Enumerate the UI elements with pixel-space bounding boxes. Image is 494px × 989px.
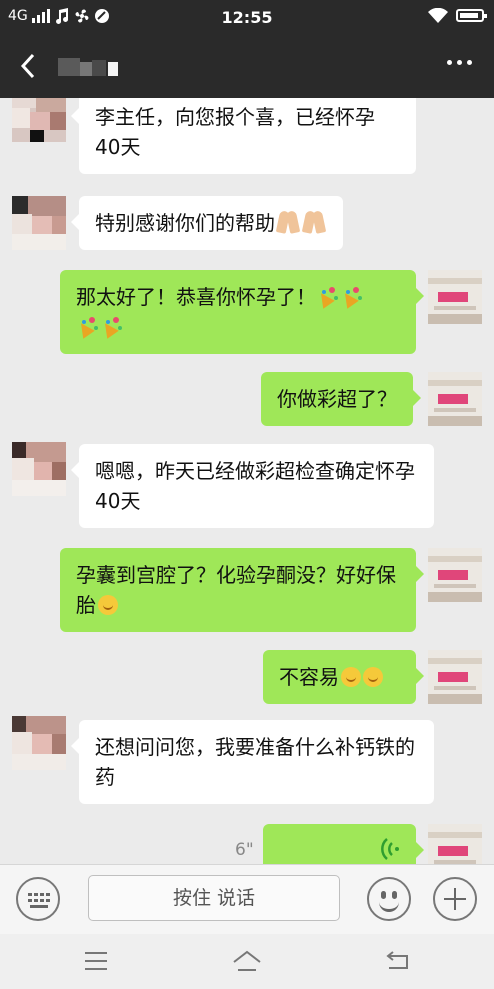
incoming-message[interactable]: 特别感谢你们的帮助 — [71, 196, 343, 250]
back-icon[interactable] — [385, 950, 411, 972]
party-popper-emoji — [316, 285, 340, 307]
message-text: 李主任，向您报个喜，已经怀孕40天 — [95, 105, 375, 159]
smile-emoji — [98, 595, 118, 615]
incoming-message[interactable]: 还想问问您，我要准备什么补钙铁的药 — [71, 720, 434, 804]
status-time: 12:55 — [221, 8, 273, 27]
status-right — [428, 8, 487, 23]
system-nav-bar — [0, 934, 494, 989]
contact-avatar[interactable] — [12, 196, 66, 250]
contact-name-blurred — [58, 56, 124, 80]
my-avatar[interactable] — [428, 650, 482, 704]
emoji-icon[interactable] — [367, 877, 411, 921]
hold-to-talk-button[interactable]: 按住 说话 — [88, 875, 340, 921]
praying-hands-emoji — [301, 211, 327, 233]
clinic-photo — [428, 548, 482, 602]
voice-message[interactable] — [263, 824, 424, 864]
my-avatar[interactable] — [428, 824, 482, 864]
message-text: 嗯嗯，昨天已经做彩超检查确定怀孕40天 — [95, 459, 415, 513]
my-avatar[interactable] — [428, 372, 482, 426]
keyboard-toggle-icon[interactable] — [16, 877, 60, 921]
voice-wave-icon — [381, 838, 399, 860]
my-avatar[interactable] — [428, 548, 482, 602]
smile-emoji — [341, 667, 361, 687]
party-popper-emoji — [76, 315, 100, 337]
clinic-photo — [428, 650, 482, 704]
outgoing-message[interactable]: 那太好了！恭喜你怀孕了！ — [60, 270, 424, 354]
praying-hands-emoji — [275, 211, 301, 233]
contact-avatar[interactable] — [12, 442, 66, 496]
plus-icon[interactable] — [433, 877, 477, 921]
contact-avatar[interactable] — [12, 98, 66, 142]
incoming-message[interactable]: 李主任，向您报个喜，已经怀孕40天 — [71, 98, 416, 174]
my-avatar[interactable] — [428, 270, 482, 324]
message-text: 那太好了！恭喜你怀孕了！ — [76, 285, 316, 309]
back-arrow-icon[interactable] — [16, 52, 42, 80]
input-bar: 按住 说话 — [0, 864, 494, 934]
message-text: 还想问问您，我要准备什么补钙铁的药 — [95, 735, 415, 789]
outgoing-message[interactable]: 孕囊到宫腔了？化验孕酮没？好好保胎 — [60, 548, 424, 632]
chat-header — [0, 34, 494, 98]
outgoing-message[interactable]: 不容易 — [263, 650, 424, 704]
menu-icon[interactable] — [85, 952, 107, 976]
message-text: 你做彩超了？ — [277, 387, 397, 411]
status-bar: 4G 12:55 — [0, 0, 494, 34]
clinic-photo — [428, 824, 482, 864]
voice-duration: 6" — [235, 840, 254, 860]
message-text: 不容易 — [279, 665, 339, 689]
clinic-photo — [428, 372, 482, 426]
contact-avatar[interactable] — [12, 716, 66, 770]
more-options-icon[interactable] — [447, 60, 472, 65]
incoming-message[interactable]: 嗯嗯，昨天已经做彩超检查确定怀孕40天 — [71, 444, 434, 528]
message-text: 孕囊到宫腔了？化验孕酮没？好好保胎 — [76, 563, 396, 617]
smile-emoji — [363, 667, 383, 687]
message-text: 特别感谢你们的帮助 — [95, 211, 275, 235]
wifi-icon — [428, 8, 448, 23]
message-list[interactable]: 李主任，向您报个喜，已经怀孕40天 特别感谢你们的帮助 那太好了！恭喜你怀孕了！… — [0, 98, 494, 864]
home-icon[interactable] — [232, 948, 262, 976]
party-popper-emoji — [100, 315, 124, 337]
battery-icon — [456, 9, 487, 22]
party-popper-emoji — [340, 285, 364, 307]
clinic-photo — [428, 270, 482, 324]
outgoing-message[interactable]: 你做彩超了？ — [261, 372, 421, 426]
